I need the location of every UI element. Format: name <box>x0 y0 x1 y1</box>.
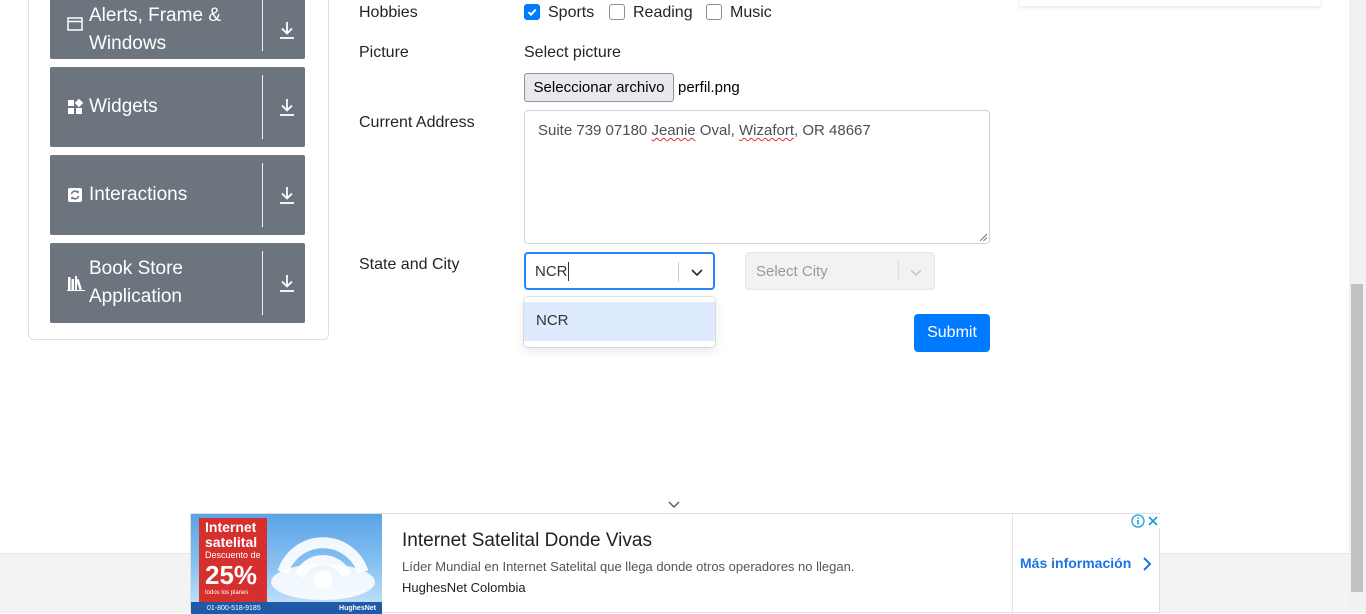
window-icon <box>67 16 83 31</box>
picture-label: Picture <box>359 44 409 61</box>
ad-info-icon[interactable] <box>1131 514 1145 528</box>
ad-image-heading: Internet satelital <box>205 519 258 550</box>
right-panel-card <box>1020 0 1320 6</box>
sidebar-item-label: Widgets <box>89 96 158 117</box>
ad-image-brand: HughesNet <box>339 605 376 612</box>
music-checkbox[interactable] <box>706 4 722 20</box>
city-placeholder: Select City <box>756 263 828 280</box>
resize-handle-icon[interactable] <box>979 233 987 241</box>
reading-checkbox-label[interactable]: Reading <box>633 4 693 22</box>
chevron-down-icon[interactable] <box>690 265 704 279</box>
page-scrollbar[interactable] <box>1349 0 1366 613</box>
indicator-separator <box>898 261 899 281</box>
ad-image-discount-value: 25% <box>205 560 258 590</box>
ad-title[interactable]: Internet Satelital Donde Vivas <box>402 530 652 552</box>
state-dropdown-menu: NCR <box>524 297 715 347</box>
music-checkbox-label[interactable]: Music <box>730 4 772 22</box>
books-icon <box>67 276 85 291</box>
cloud-wifi-icon <box>271 537 375 600</box>
state-select[interactable]: NCR <box>524 252 715 290</box>
sports-checkbox-label[interactable]: Sports <box>548 4 594 22</box>
ad-image-phone: 01-800-518-9185 <box>207 605 261 612</box>
sidebar-item-widgets[interactable]: Widgets <box>50 67 305 147</box>
check-icon <box>527 8 537 17</box>
sidebar-item-alerts-frame-windows[interactable]: Alerts, Frame & Windows <box>50 0 305 59</box>
hobbies-label: Hobbies <box>359 4 418 21</box>
ad-divider <box>1012 514 1013 614</box>
address-value: Suite 739 07180 Jeanie Oval, Wizafort, O… <box>538 122 871 139</box>
download-icon[interactable] <box>278 97 296 117</box>
ad-image[interactable]: Internet satelital Descuento de 25% todos… <box>191 514 382 614</box>
city-select: Select City <box>745 252 935 290</box>
interactions-icon <box>68 188 82 202</box>
download-icon[interactable] <box>278 273 296 293</box>
current-address-textarea[interactable]: Suite 739 07180 Jeanie Oval, Wizafort, O… <box>524 110 990 244</box>
choose-file-button[interactable]: Seleccionar archivo <box>524 73 674 102</box>
ad-image-plans-note: todos los planes <box>205 590 249 596</box>
sidebar-item-label: Interactions <box>89 184 188 205</box>
text-cursor <box>568 262 569 281</box>
scrollbar-thumb[interactable] <box>1351 284 1363 592</box>
reading-checkbox[interactable] <box>609 4 625 20</box>
current-address-label: Current Address <box>359 114 475 131</box>
state-option[interactable]: NCR <box>524 302 715 341</box>
widgets-icon <box>68 99 83 114</box>
sidebar-item-label: Book Store Application <box>89 258 183 307</box>
divider <box>262 75 263 139</box>
sports-checkbox[interactable] <box>524 4 540 20</box>
divider <box>262 163 263 227</box>
sidebar-item-interactions[interactable]: Interactions <box>50 155 305 235</box>
indicator-separator <box>678 262 679 282</box>
download-icon[interactable] <box>278 185 296 205</box>
state-input-value[interactable]: NCR <box>535 263 568 280</box>
ad-banner[interactable]: Internet satelital Descuento de 25% todos… <box>190 513 1160 614</box>
select-picture-hint: Select picture <box>524 44 621 61</box>
chevron-right-icon[interactable] <box>1142 556 1152 572</box>
sidebar-item-label: Alerts, Frame & Windows <box>89 4 221 54</box>
chevron-down-icon <box>910 269 922 277</box>
ad-company: HughesNet Colombia <box>402 580 526 595</box>
collapse-ad-chevron-icon[interactable] <box>667 500 681 510</box>
submit-button[interactable]: Submit <box>914 314 990 352</box>
ad-description: Líder Mundial en Internet Satelital que … <box>402 559 855 574</box>
ad-more-info-link[interactable]: Más información <box>1020 555 1131 571</box>
ad-close-icon[interactable] <box>1146 514 1160 528</box>
selected-file-name: perfil.png <box>678 79 740 96</box>
divider <box>262 0 263 51</box>
divider <box>262 251 263 315</box>
download-icon[interactable] <box>278 20 296 40</box>
ad-image-discount-label: Descuento de <box>205 550 261 560</box>
state-and-city-label: State and City <box>359 256 460 273</box>
sidebar-item-book-store[interactable]: Book Store Application <box>50 243 305 323</box>
